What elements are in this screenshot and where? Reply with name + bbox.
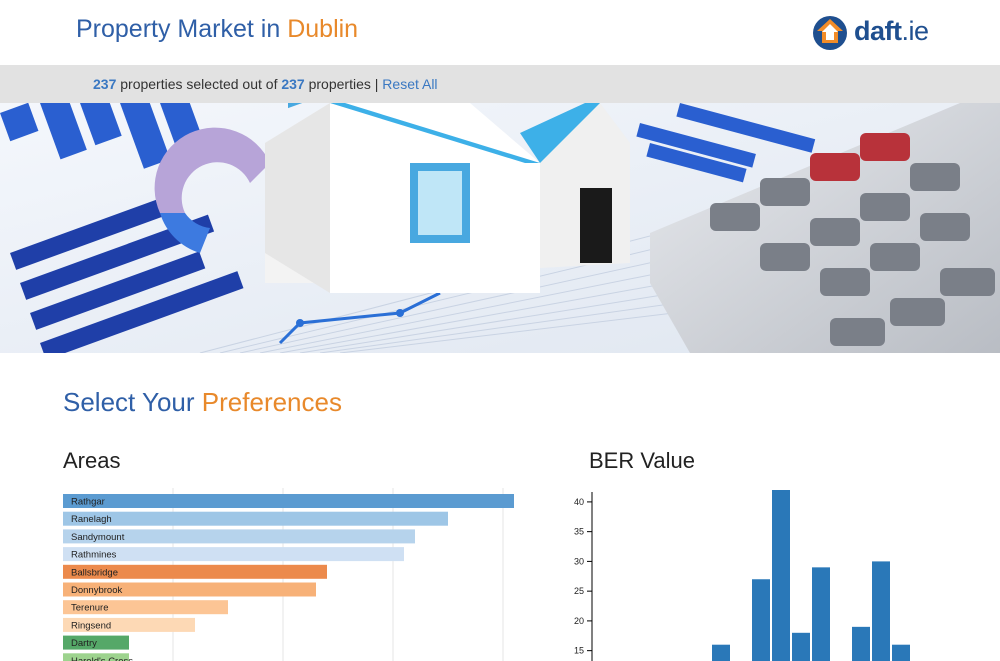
- ber-bar[interactable]: [812, 567, 830, 661]
- areas-title: Areas: [63, 448, 121, 473]
- ber-title: BER Value: [589, 448, 695, 473]
- area-bar[interactable]: [63, 511, 448, 526]
- area-bar-label: Ringsend: [71, 620, 111, 631]
- ber-y-tick-label: 35: [574, 527, 584, 537]
- preferences-heading: Select Your Preferences: [63, 387, 342, 418]
- ber-bar[interactable]: [872, 561, 890, 661]
- area-bar-label: Rathgar: [71, 497, 105, 508]
- daft-logo[interactable]: daft.ie: [812, 14, 932, 50]
- area-bar-label: Ranelagh: [71, 514, 112, 525]
- ber-y-tick-label: 15: [574, 646, 584, 656]
- page-title-city: Dublin: [287, 15, 359, 43]
- area-bar-label: Sandymount: [71, 532, 125, 543]
- hero-illustration: [0, 103, 1000, 353]
- status-text-2: properties: [308, 76, 371, 92]
- ber-bar[interactable]: [852, 626, 870, 661]
- area-bar-label: Dartry: [71, 638, 97, 649]
- selection-status: 237 properties selected out of 237 prope…: [93, 76, 438, 92]
- status-text-1: properties selected out of: [120, 76, 278, 92]
- ber-bar[interactable]: [792, 632, 810, 661]
- ber-bar[interactable]: [712, 644, 730, 661]
- selection-status-bar: 237 properties selected out of 237 prope…: [0, 65, 1000, 103]
- hero-image: [0, 103, 1000, 353]
- ber-y-tick-label: 25: [574, 586, 584, 596]
- area-bar-label: Ballsbridge: [71, 567, 118, 578]
- ber-y-tick-label: 40: [574, 497, 584, 507]
- area-bar[interactable]: [63, 494, 514, 508]
- area-bar-label: Rathmines: [71, 550, 117, 561]
- areas-bar-chart[interactable]: Rathgar Ranelagh Sandymount Rathmines Ballsb…: [63, 488, 533, 661]
- reset-all-link[interactable]: Reset All: [382, 76, 437, 92]
- ber-y-tick-label: 20: [574, 616, 584, 626]
- ber-bar[interactable]: [892, 644, 910, 661]
- page-title-prefix: Property Market in: [76, 15, 281, 43]
- logo-text: daft.ie: [854, 16, 929, 46]
- ber-bar[interactable]: [772, 490, 790, 661]
- ber-bar[interactable]: [752, 579, 770, 661]
- area-bar-label: Harold's Cross: [71, 656, 133, 661]
- ber-histogram[interactable]: 15 20 25 30 35 40: [560, 482, 940, 661]
- page-title: Property Market in Dublin: [76, 14, 358, 44]
- ber-y-tick-label: 30: [574, 556, 584, 566]
- status-separator: |: [374, 76, 379, 92]
- total-count: 237: [281, 76, 305, 92]
- area-bar-label: Donnybrook: [71, 585, 122, 596]
- preferences-heading-accent: Preferences: [201, 387, 342, 417]
- preferences-heading-prefix: Select Your: [63, 387, 195, 417]
- header: Property Market in Dublin daft.ie: [0, 0, 1000, 65]
- area-bar-label: Terenure: [71, 603, 109, 614]
- house-arrow-icon: [813, 16, 847, 50]
- selected-count: 237: [93, 76, 117, 92]
